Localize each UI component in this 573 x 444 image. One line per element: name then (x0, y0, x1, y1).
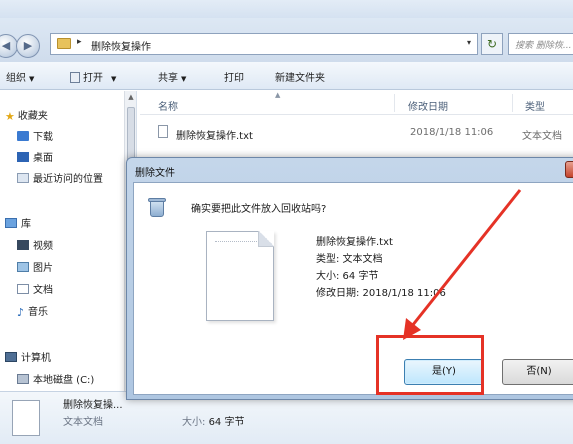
column-header-date[interactable]: 修改日期 (408, 98, 448, 113)
column-header-name[interactable]: 名称 (158, 98, 178, 113)
chevron-down-icon: ▼ (29, 75, 35, 83)
nav-label: 文档 (33, 285, 53, 296)
notepad-icon (70, 72, 80, 83)
nav-pictures[interactable]: 图片 (17, 259, 53, 274)
music-note-icon: ♪ (17, 306, 25, 319)
details-file-type: 文本文档 (63, 417, 103, 428)
documents-icon (17, 284, 29, 294)
nav-local-disk[interactable]: 本地磁盘 (C:) (17, 371, 94, 386)
window-top-strip (0, 0, 573, 18)
close-button[interactable]: x (565, 161, 573, 178)
nav-desktop[interactable]: 桌面 (17, 149, 53, 164)
downloads-folder-icon (17, 131, 29, 141)
forward-button[interactable]: ▶ (16, 34, 40, 58)
nav-label: 计算机 (21, 353, 51, 364)
sort-arrow-icon: ▲ (275, 91, 281, 99)
videos-icon (17, 240, 29, 250)
print-button[interactable]: 打印 (224, 69, 244, 84)
organize-button[interactable]: 组织 ▼ (6, 69, 34, 84)
address-row: ◀ ▶ ▸ 删除恢复操作 ▾ ↻ 搜索 删除恢... (0, 18, 573, 62)
organize-label: 组织 (6, 73, 26, 84)
breadcrumb-current-folder[interactable]: 删除恢复操作 (91, 38, 151, 53)
nav-computer[interactable]: 计算机 (5, 349, 51, 364)
details-size-label: 大小: (182, 417, 206, 428)
text-file-icon (158, 125, 168, 138)
column-header-type[interactable]: 类型 (525, 98, 545, 113)
annotation-highlight-box (376, 335, 484, 395)
pictures-icon (17, 262, 29, 272)
open-label: 打开 (83, 73, 103, 84)
star-icon: ★ (5, 110, 15, 123)
scroll-up-icon[interactable]: ▲ (125, 93, 137, 101)
nav-label: 视频 (33, 241, 53, 252)
nav-libraries[interactable]: 库 (5, 215, 31, 230)
search-input[interactable]: 搜索 删除恢... (508, 33, 573, 55)
computer-icon (5, 352, 17, 362)
libraries-icon (5, 218, 17, 228)
dialog-file-date: 修改日期: 2018/1/18 11:06 (316, 288, 446, 299)
breadcrumb-separator[interactable]: ▸ (77, 37, 82, 47)
text-document-icon (206, 231, 274, 321)
nav-music[interactable]: ♪ 音乐 (17, 303, 49, 319)
recycle-bin-icon (147, 196, 167, 218)
folder-icon (57, 38, 71, 49)
nav-downloads[interactable]: 下载 (17, 128, 53, 143)
file-name: 删除恢复操作.txt (176, 131, 253, 142)
details-file-size: 大小: 64 字节 (182, 413, 244, 428)
column-header-row: ▲ 名称 修改日期 类型 (140, 91, 573, 115)
nav-label: 桌面 (33, 153, 53, 164)
nav-recent-places[interactable]: 最近访问的位置 (17, 170, 103, 185)
nav-label: 本地磁盘 (C:) (33, 375, 95, 386)
file-type: 文本文档 (522, 131, 562, 142)
nav-favorites[interactable]: ★ 收藏夹 (5, 107, 48, 123)
nav-label: 最近访问的位置 (33, 174, 103, 185)
nav-label: 下载 (33, 132, 53, 143)
nav-label: 音乐 (28, 307, 49, 318)
column-divider[interactable] (394, 94, 395, 112)
column-divider[interactable] (512, 94, 513, 112)
navigation-pane: ★ 收藏夹 下载 桌面 最近访问的位置 库 视频 图片 文档 ♪ 音乐 计算机 本地… (0, 91, 137, 391)
chevron-down-icon: ▼ (181, 75, 187, 83)
file-modified-date: 2018/1/18 11:06 (410, 127, 494, 138)
dialog-body: 确实要把此文件放入回收站吗? 删除恢复操作.txt 类型: 文本文档 大小: 6… (133, 182, 573, 395)
nav-label: 库 (21, 219, 31, 230)
address-bar[interactable]: ▸ 删除恢复操作 ▾ (50, 33, 478, 55)
dialog-file-type: 类型: 文本文档 (316, 254, 383, 265)
confirmation-message: 确实要把此文件放入回收站吗? (191, 204, 327, 215)
new-folder-button[interactable]: 新建文件夹 (275, 69, 325, 84)
nav-label: 图片 (33, 263, 53, 274)
address-dropdown-icon[interactable]: ▾ (467, 38, 471, 47)
nav-label: 收藏夹 (17, 111, 48, 122)
share-label: 共享 (158, 73, 178, 84)
recent-places-icon (17, 173, 29, 183)
refresh-icon[interactable]: ↻ (481, 33, 503, 55)
file-row[interactable]: 删除恢复操作.txt 2018/1/18 11:06 文本文档 (148, 120, 573, 144)
hard-disk-icon (17, 374, 29, 384)
search-placeholder: 搜索 删除恢... (515, 41, 572, 51)
command-toolbar: 组织 ▼ 打开 ▼ 共享 ▼ 打印 新建文件夹 (0, 62, 573, 90)
dialog-title: 删除文件 (135, 168, 175, 179)
open-button[interactable]: 打开 ▼ (70, 69, 116, 84)
details-size-value: 64 字节 (208, 417, 245, 428)
chevron-down-icon: ▼ (111, 75, 117, 83)
nav-videos[interactable]: 视频 (17, 237, 53, 252)
nav-documents[interactable]: 文档 (17, 281, 53, 296)
no-button[interactable]: 否(N) (502, 359, 573, 385)
dialog-file-name: 删除恢复操作.txt (316, 237, 393, 248)
desktop-icon (17, 152, 29, 162)
share-button[interactable]: 共享 ▼ (158, 69, 186, 84)
delete-file-dialog: 删除文件 x 确实要把此文件放入回收站吗? 删除恢复操作.txt 类型: 文本文… (126, 157, 573, 400)
dialog-file-size: 大小: 64 字节 (316, 271, 379, 282)
text-file-icon (12, 400, 40, 436)
details-file-name: 删除恢复操... (63, 400, 123, 411)
